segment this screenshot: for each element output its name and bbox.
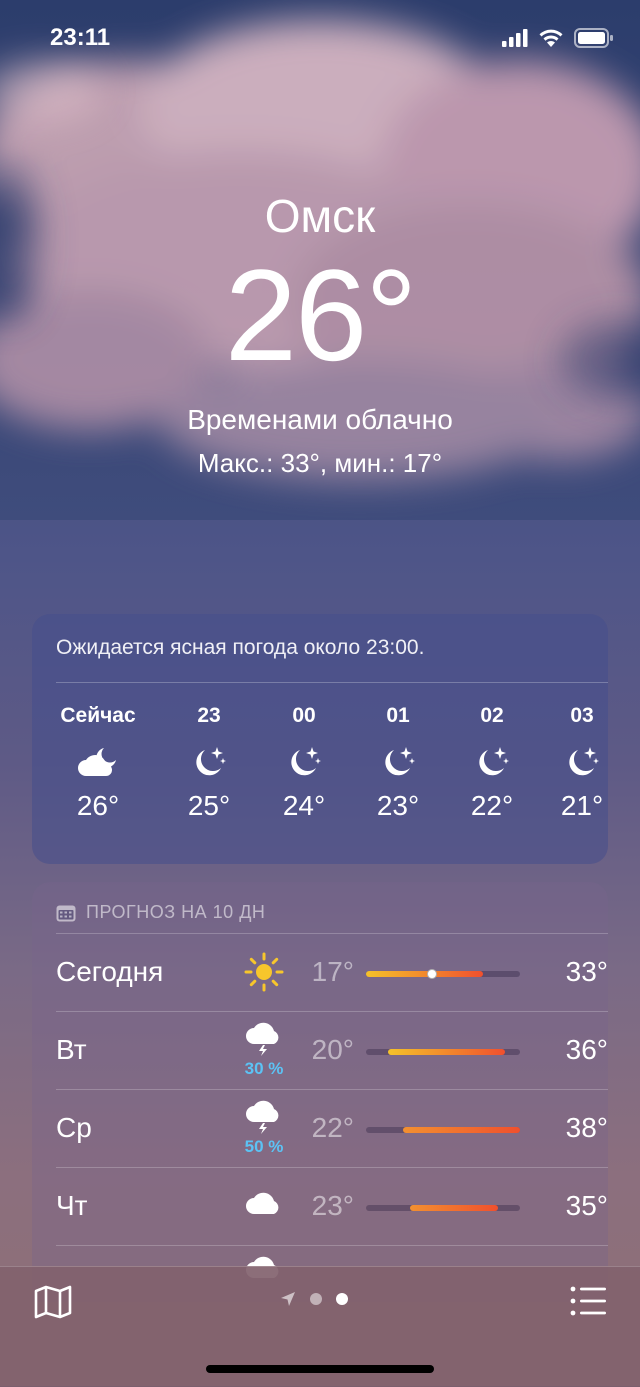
moon-stars-icon [479,747,509,776]
precip-chance: 30 % [244,1059,284,1078]
ten-day-forecast-card[interactable]: ПРОГНОЗ НА 10 ДН Сегодня 17° 33° Вт 30 %… [32,882,608,1302]
temp-range-fill [410,1205,498,1211]
page-dot[interactable] [310,1293,322,1305]
precip-chance: 50 % [244,1137,284,1156]
day-high: 33° [565,956,608,987]
hourly-list[interactable]: Сейчас 26° 23 25° 00 24° 01 23° 02 22° 0… [32,704,608,844]
condition-text: Временами облачно [187,404,453,435]
bottom-toolbar [0,1266,640,1387]
temp-range-fill [402,1127,520,1133]
moon-stars-icon [385,747,415,776]
thunderstorm-icon [246,1022,279,1056]
day-high: 38° [565,1112,608,1143]
hour-label: 23 [197,704,221,727]
calendar-icon [56,905,76,921]
hour-item: 02 22° [452,704,532,822]
moon-stars-icon [291,747,321,776]
hour-label: 03 [570,704,594,727]
hourly-forecast-card[interactable]: Ожидается ясная погода около 23:00. Сейч… [32,614,608,864]
day-row[interactable]: Ср 50 % 22° 38° [56,1089,608,1168]
cellular-signal-icon [502,29,528,47]
battery-icon [574,28,613,48]
temp-range-bar [366,1127,520,1133]
page-indicator[interactable] [280,1291,348,1307]
hour-item: 01 23° [358,704,438,822]
day-low: 20° [311,1034,354,1065]
hour-temp: 24° [282,790,326,821]
hour-temp: 21° [560,790,604,821]
day-row[interactable]: Сегодня 17° 33° [56,933,608,1012]
day-row[interactable]: Чт 23° 35° [56,1167,608,1246]
temp-range-fill [388,1049,506,1055]
moon-stars-icon [569,747,599,776]
current-temp-dot [427,969,437,979]
day-low: 23° [311,1190,354,1221]
cloud-icon [246,1192,279,1214]
temp-range-fill [366,971,484,977]
day-low: 22° [311,1112,354,1143]
location-arrow-icon[interactable] [280,1291,296,1307]
day-name: Чт [56,1190,88,1221]
temp-range-bar [366,1205,520,1211]
hour-label: 00 [292,704,316,727]
hour-label: 01 [386,704,410,727]
status-icons [502,28,614,48]
partly-cloudy-night-icon [78,748,116,776]
ten-day-header: ПРОГНОЗ НА 10 ДН [56,902,265,923]
hour-temp: 26° [76,790,120,821]
day-name: Вт [56,1034,87,1065]
home-indicator[interactable] [206,1365,434,1373]
hour-label: Сейчас [60,704,136,727]
temp-range-bar [366,969,520,979]
high-low-text: Макс.: 33°, мин.: 17° [197,448,443,478]
divider [56,682,608,683]
sun-icon [244,952,284,992]
moon-stars-icon [196,747,226,776]
current-temperature: 26° [224,242,418,388]
hour-item: 00 24° [264,704,344,822]
wifi-icon [539,29,563,47]
list-icon[interactable] [570,1285,606,1317]
day-high: 35° [565,1190,608,1221]
thunderstorm-icon [246,1100,279,1134]
page-dot-active[interactable] [336,1293,348,1305]
status-time: 23:11 [50,24,111,51]
city-name: Омск [264,190,376,242]
map-icon[interactable] [34,1285,72,1319]
day-low: 17° [311,956,354,987]
hour-label: 02 [480,704,504,727]
status-bar: 23:11 [0,0,640,80]
day-name: Сегодня [56,956,164,987]
hour-temp: 22° [470,790,514,821]
hour-item: 23 25° [169,704,249,822]
ten-day-title: ПРОГНОЗ НА 10 ДН [86,902,266,922]
hour-item: Сейчас 26° [58,704,138,822]
temp-range-bar [366,1049,520,1055]
hour-temp: 25° [187,790,231,821]
hourly-summary: Ожидается ясная погода около 23:00. [56,636,425,659]
hour-temp: 23° [376,790,420,821]
hour-item: 03 21° [542,704,622,822]
day-name: Ср [56,1112,92,1143]
day-high: 36° [565,1034,608,1065]
current-weather: Омск 26° Временами облачно Макс.: 33°, м… [0,190,640,479]
day-row[interactable]: Вт 30 % 20° 36° [56,1011,608,1090]
